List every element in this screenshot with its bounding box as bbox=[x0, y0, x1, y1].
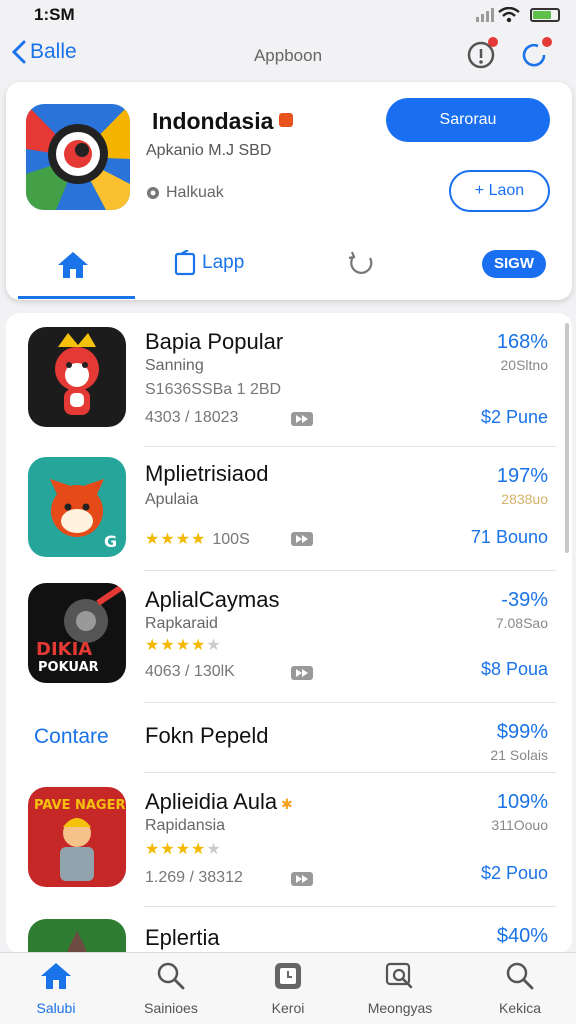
contare-link[interactable]: Contare bbox=[34, 725, 109, 749]
wifi-icon bbox=[498, 7, 520, 23]
percent-value: 168% bbox=[496, 331, 548, 353]
tab-home[interactable] bbox=[56, 250, 90, 280]
svg-text:G: G bbox=[104, 532, 117, 551]
percent-value: 197% bbox=[496, 465, 548, 487]
app-meta: S1636SSBa 1 2BD bbox=[145, 381, 282, 398]
secondary-value: 311Oouo bbox=[491, 817, 548, 833]
developer-icon bbox=[147, 187, 159, 199]
game-icon bbox=[28, 919, 126, 953]
price-label: $2 Pune bbox=[480, 407, 548, 427]
app-category: Rapkaraid bbox=[145, 615, 218, 632]
app-title: Mplietrisiaod bbox=[145, 461, 269, 486]
app-title: Aplieidia Aula ✱ bbox=[145, 789, 293, 814]
tab-app[interactable]: Lapp bbox=[174, 250, 244, 276]
get-button[interactable]: Sarorau bbox=[386, 98, 550, 142]
home-icon bbox=[41, 963, 71, 989]
list-item[interactable]: PAVE NAGER Aplieidia Aula ✱ Rapidansia ★… bbox=[6, 773, 572, 907]
list-item[interactable]: DIKIA POKUAR AplialCaymas Rapkaraid ★★★★… bbox=[6, 571, 572, 703]
percent-value: 109% bbox=[496, 791, 548, 813]
square-icon bbox=[275, 963, 301, 989]
app-subtitle: Apkanio M.J SBD bbox=[146, 142, 272, 159]
list-item[interactable]: Eplertia $40% bbox=[6, 907, 572, 953]
app-category: Sanning bbox=[145, 357, 204, 374]
nav-bar: Balle Appboon bbox=[0, 30, 576, 82]
list-item[interactable]: G Mplietrisiaod Apulaia ★★★★ 100S 197% 28… bbox=[6, 447, 572, 571]
add-button[interactable]: + Laon bbox=[449, 170, 550, 212]
verified-badge-icon bbox=[279, 113, 294, 127]
price-label: $8 Poua bbox=[480, 659, 548, 679]
image-search-icon bbox=[385, 962, 413, 989]
tab-bar-label: Meongyas bbox=[367, 1000, 433, 1016]
app-category: Rapidansia bbox=[145, 817, 226, 834]
app-stats: 1.269 / 38312 bbox=[145, 869, 243, 886]
download-icon[interactable] bbox=[291, 412, 313, 426]
signal-icon bbox=[476, 8, 494, 22]
bottom-tab-bar: Salubi Sainioes Keroi Meongyas Kekica bbox=[0, 952, 576, 1024]
app-list: Bapia Popular Sanning S1636SSBa 1 2BD 43… bbox=[6, 313, 572, 953]
refresh-button[interactable] bbox=[520, 37, 552, 70]
app-category: Apulaia bbox=[145, 491, 199, 508]
clipboard-icon bbox=[174, 250, 196, 276]
secondary-value: 21 Solais bbox=[490, 747, 548, 763]
home-icon bbox=[58, 252, 88, 278]
status-time: 1:SM bbox=[34, 5, 75, 24]
notification-dot bbox=[542, 37, 552, 47]
tab-bar-label: Kekica bbox=[498, 1000, 542, 1016]
star-rating: ★★★★ 100S bbox=[145, 531, 250, 548]
app-logo-icon bbox=[26, 104, 130, 210]
svg-text:POKUAR: POKUAR bbox=[38, 660, 99, 675]
svg-text:DIKIA: DIKIA bbox=[36, 639, 92, 660]
search-icon bbox=[506, 962, 534, 990]
download-icon[interactable] bbox=[291, 532, 313, 546]
tab-bar-item[interactable]: Sainioes bbox=[121, 961, 221, 1016]
app-developer: Halkuak bbox=[146, 184, 224, 202]
app-title: Eplertia bbox=[145, 925, 220, 950]
star-rating: ★★★★★ bbox=[145, 637, 222, 654]
price-label: 71 Bouno bbox=[470, 527, 548, 547]
hero-tabs: Lapp SIGW bbox=[6, 232, 572, 299]
list-item[interactable]: Bapia Popular Sanning S1636SSBa 1 2BD 43… bbox=[6, 313, 572, 447]
tab-bar-label: Salubi bbox=[36, 1000, 76, 1016]
app-name: Indondasia bbox=[152, 108, 294, 135]
tab-bar-label: Sainioes bbox=[144, 1000, 198, 1016]
chat-refresh-icon bbox=[348, 251, 373, 274]
percent-value: $40% bbox=[496, 925, 548, 947]
app-title: AplialCaymas bbox=[145, 587, 280, 612]
list-item[interactable]: Contare Fokn Pepeld $99% 21 Solais bbox=[6, 703, 572, 773]
battery-icon bbox=[530, 8, 560, 22]
share-button[interactable] bbox=[466, 37, 498, 70]
secondary-value: 20Sltno bbox=[500, 357, 548, 373]
app-title: Bapia Popular bbox=[145, 329, 284, 354]
download-icon[interactable] bbox=[291, 872, 313, 886]
secondary-value: 2838uo bbox=[501, 491, 548, 507]
search-icon bbox=[157, 962, 185, 990]
status-bar: 1:SM bbox=[0, 0, 576, 30]
fox-face-icon: G bbox=[28, 457, 126, 557]
star-rating: ★★★★★ bbox=[145, 841, 222, 858]
tab-bar-item[interactable]: Salubi bbox=[6, 961, 106, 1016]
tab-reviews[interactable] bbox=[346, 250, 376, 278]
tab-bar-label: Keroi bbox=[271, 1000, 305, 1016]
svg-text:PAVE NAGER: PAVE NAGER bbox=[34, 798, 125, 813]
percent-value: -39% bbox=[501, 589, 548, 611]
app-title: Fokn Pepeld bbox=[145, 723, 269, 748]
download-icon[interactable] bbox=[291, 666, 313, 680]
notification-dot bbox=[488, 37, 498, 47]
character-poster-icon: PAVE NAGER bbox=[28, 787, 126, 887]
rating-count: 100S bbox=[212, 531, 250, 548]
tab-bar-item[interactable]: Keroi bbox=[238, 961, 338, 1016]
popular-poster-icon: DIKIA POKUAR bbox=[28, 583, 126, 683]
tab-bar-item[interactable]: Kekica bbox=[470, 961, 570, 1016]
active-tab-indicator bbox=[18, 296, 135, 299]
fox-warrior-icon bbox=[28, 327, 126, 427]
secondary-value: 7.08Sao bbox=[495, 615, 548, 631]
tab-bar-item[interactable]: Meongyas bbox=[350, 961, 450, 1016]
app-header-card: Indondasia Apkanio M.J SBD Halkuak Saror… bbox=[6, 82, 572, 300]
percent-value: $99% bbox=[496, 721, 548, 743]
tab-pill[interactable]: SIGW bbox=[482, 250, 546, 278]
app-stats: 4303 / 18023 bbox=[145, 409, 239, 426]
price-label: $2 Pouo bbox=[480, 863, 548, 883]
app-stats: 4063 / 130lK bbox=[145, 663, 235, 680]
